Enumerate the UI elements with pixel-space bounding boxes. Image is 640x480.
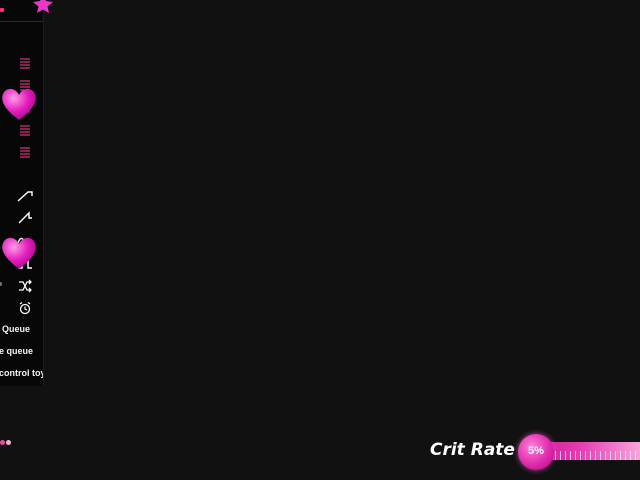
dot [0, 440, 5, 445]
list-icon[interactable] [19, 146, 31, 158]
list-icon[interactable] [19, 57, 31, 69]
sidebar-item-clear-queue[interactable]: e queue [0, 346, 33, 356]
crit-rate-value: 5% [528, 445, 544, 457]
ramp-up-icon[interactable] [17, 189, 33, 203]
crit-rate-label: Crit Rate [430, 440, 515, 460]
star-icon [33, 0, 53, 13]
divider [0, 21, 43, 22]
sidebar-item-control-toy[interactable]: control toy [0, 368, 43, 378]
list-icon[interactable] [19, 124, 31, 136]
step-up-icon[interactable] [17, 211, 33, 225]
alarm-clock-icon[interactable] [17, 301, 33, 315]
side-panel: Queue e queue control toy [0, 0, 44, 386]
sidebar-item-queue[interactable]: Queue [2, 324, 30, 334]
dot [6, 440, 11, 445]
heart-icon [2, 88, 36, 120]
shuffle-icon[interactable] [17, 279, 33, 293]
heart-icon [2, 237, 36, 269]
indicator-dot [0, 282, 2, 286]
panel-marker [0, 8, 4, 12]
